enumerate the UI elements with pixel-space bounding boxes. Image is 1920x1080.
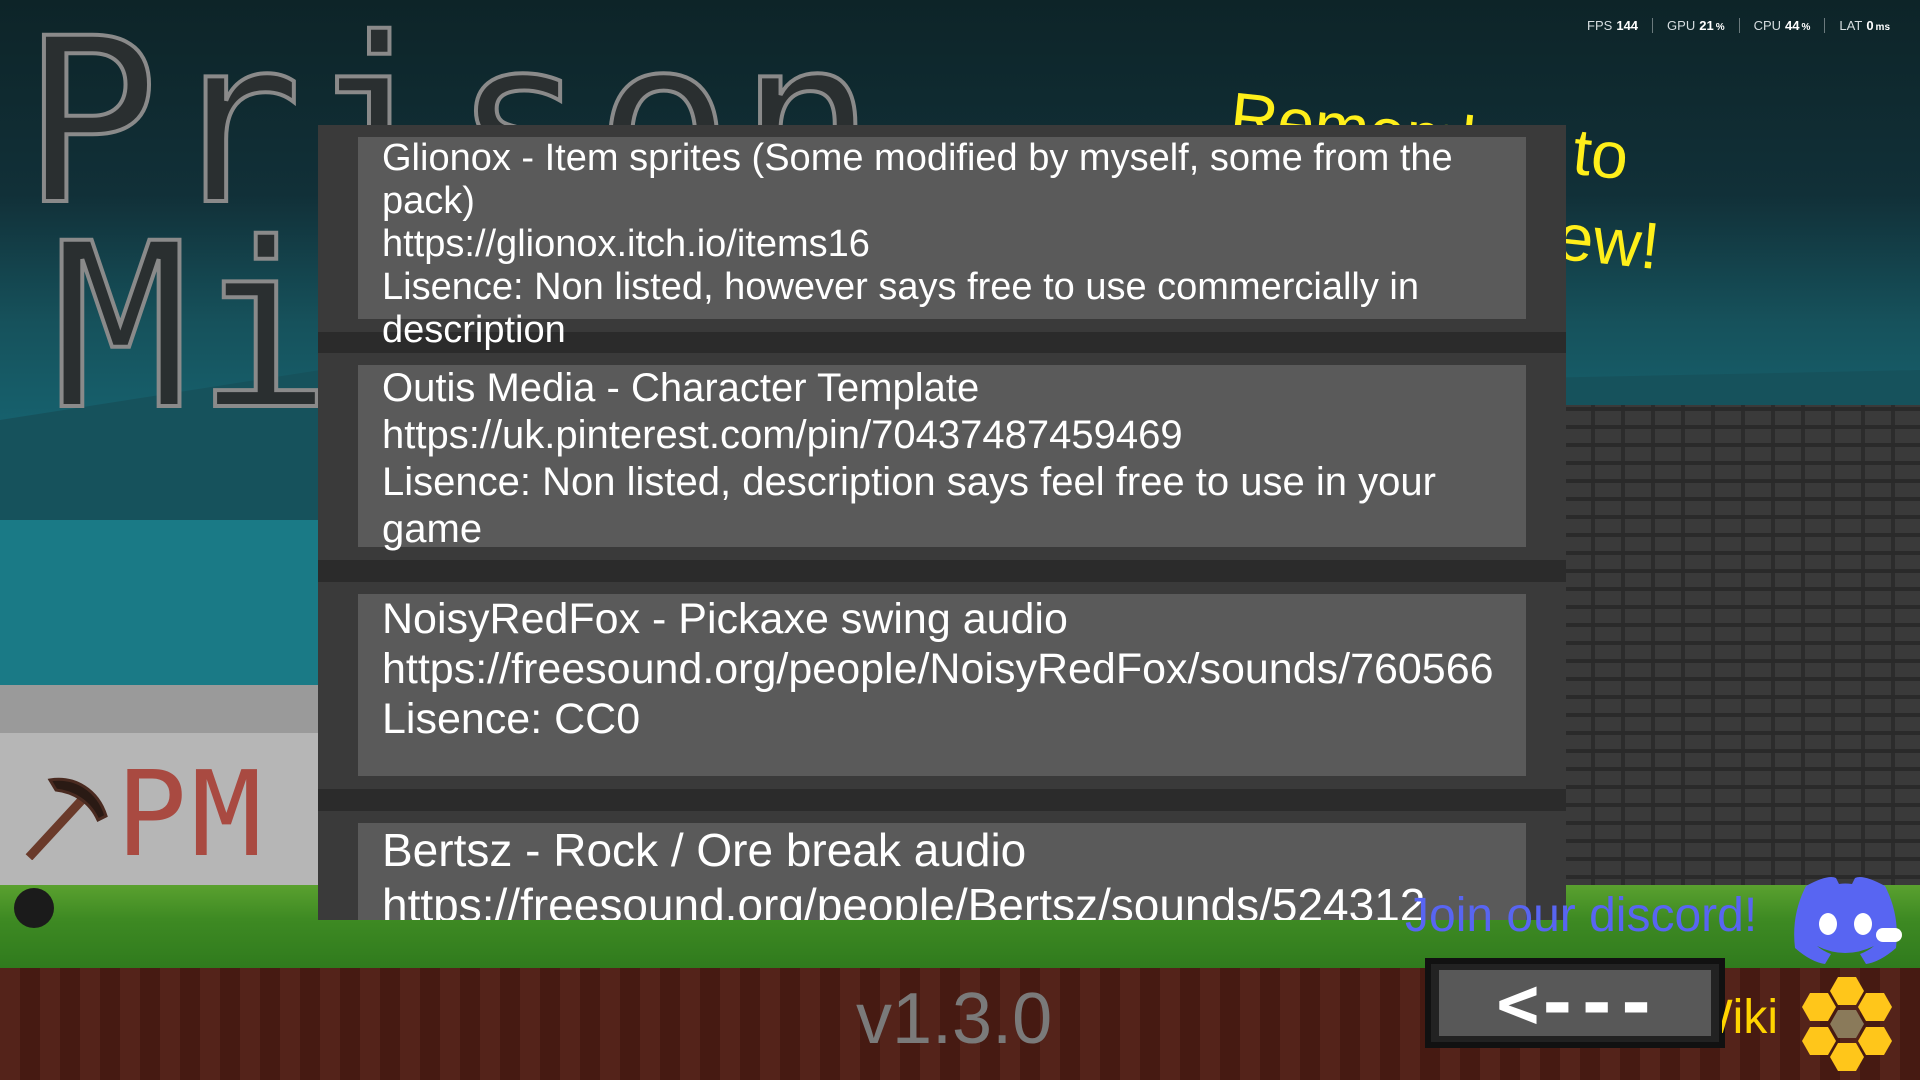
pickaxe-icon xyxy=(25,777,108,860)
credit-licence: Lisence: Non listed, description says fe… xyxy=(382,460,1436,551)
discord-link[interactable]: Join our discord! xyxy=(1405,888,1757,943)
credit-entry: Outis Media - Character Template https:/… xyxy=(318,353,1566,560)
credit-entry: Bertsz - Rock / Ore break audio https://… xyxy=(318,811,1566,920)
back-button-label: <--- xyxy=(1439,961,1711,1045)
discord-icon[interactable] xyxy=(1788,870,1903,968)
back-button[interactable]: <--- xyxy=(1425,958,1725,1048)
cpu-readout: CPU 44% xyxy=(1738,18,1825,33)
credit-licence: Lisence: CC0 xyxy=(382,695,641,743)
pm-logo-text: PM xyxy=(116,745,267,883)
stone-ledge-top xyxy=(0,685,370,733)
coal-ore xyxy=(14,888,54,928)
credit-author: Outis Media - Character Template xyxy=(382,366,980,410)
credit-url: https://uk.pinterest.com/pin/70437487459… xyxy=(382,413,1183,457)
credit-author: Bertsz - Rock / Ore break audio xyxy=(382,824,1027,876)
credit-entry: NoisyRedFox - Pickaxe swing audio https:… xyxy=(318,582,1566,789)
credit-url: https://freesound.org/people/Bertsz/soun… xyxy=(382,879,1426,920)
honeycomb-wiki-icon[interactable] xyxy=(1800,975,1896,1073)
credit-licence: Lisence: Non listed, however says free t… xyxy=(382,266,1420,351)
latency-readout: LAT 0 ms xyxy=(1824,18,1904,33)
version-label: v1.3.0 xyxy=(856,979,1053,1059)
credits-scroll-panel[interactable]: Glionox - Item sprites (Some modified by… xyxy=(318,125,1566,920)
performance-hud: FPS 144 GPU 21% CPU 44% LAT 0 ms xyxy=(1573,18,1904,33)
gpu-readout: GPU 21% xyxy=(1652,18,1739,33)
pm-logo: PM xyxy=(20,745,266,883)
fps-readout: FPS 144 xyxy=(1587,18,1639,33)
credit-entry: Glionox - Item sprites (Some modified by… xyxy=(318,125,1566,351)
wiki-link[interactable]: Wiki xyxy=(1722,990,1778,1045)
credit-url: https://freesound.org/people/NoisyRedFox… xyxy=(382,645,1494,693)
credit-author: Glionox - Item sprites (Some modified by… xyxy=(382,137,1453,222)
credit-url: https://glionox.itch.io/items16 xyxy=(382,223,870,265)
credit-author: NoisyRedFox - Pickaxe swing audio xyxy=(382,595,1068,643)
